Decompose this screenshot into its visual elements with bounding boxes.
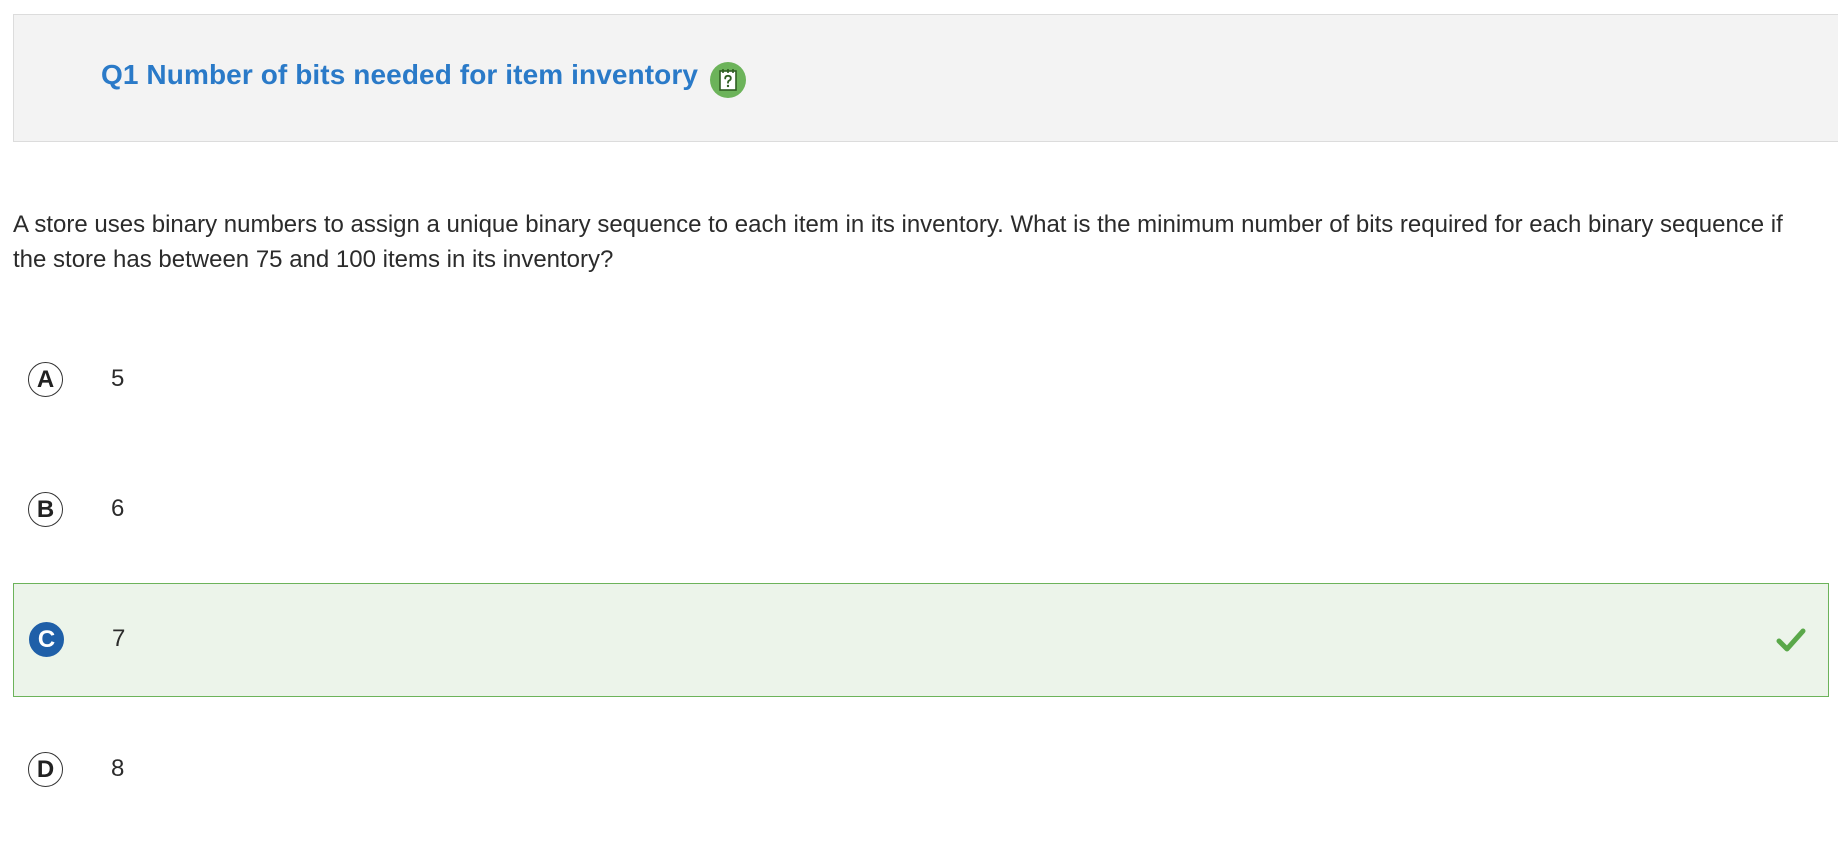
choice-letter-badge: A [28, 362, 63, 397]
question-title: Q1 Number of bits needed for item invent… [101, 59, 699, 90]
question-text: A store uses binary numbers to assign a … [13, 211, 1783, 273]
choice-text: 7 [112, 625, 126, 652]
choice-letter-badge: C [29, 622, 64, 657]
choice-letter-badge: B [28, 492, 63, 527]
choice-letter-badge: D [28, 752, 63, 787]
choice-text: 5 [111, 365, 125, 392]
notebook-question-icon [719, 69, 737, 91]
choice-a[interactable]: A 5 [13, 324, 1829, 438]
checkmark-icon [1776, 628, 1806, 652]
choice-d[interactable]: D 8 [13, 714, 1829, 828]
choice-b[interactable]: B 6 [13, 454, 1829, 568]
help-icon[interactable] [710, 62, 746, 98]
choice-text: 6 [111, 495, 125, 522]
choice-c[interactable]: C 7 [13, 583, 1829, 697]
choice-text: 8 [111, 755, 125, 782]
question-header: Q1 Number of bits needed for item invent… [13, 14, 1838, 142]
